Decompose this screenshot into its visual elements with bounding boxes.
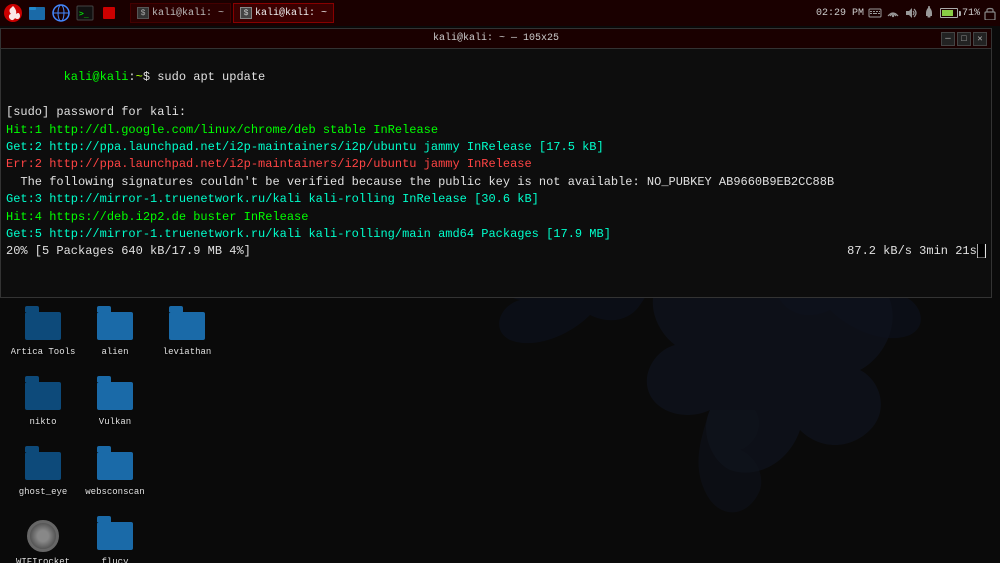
lock-icon (984, 6, 996, 20)
taskbar-terminal1-label: kali@kali: ~ (152, 8, 224, 19)
desktop-icon-flucy[interactable]: flucy (80, 510, 150, 563)
taskbar-terminal-window1[interactable]: $ kali@kali: ~ (130, 3, 231, 23)
terminal-line-2: [sudo] password for kali: (6, 104, 986, 121)
desktop-icon-alien-label: alien (101, 347, 128, 357)
battery-icon (940, 8, 958, 18)
svg-text:>_: >_ (79, 9, 89, 18)
terminal-close-button[interactable]: ✕ (973, 32, 987, 46)
terminal-line-5: Err:2 http://ppa.launchpad.net/i2p-maint… (6, 156, 986, 173)
taskbar-right: 02:29 PM (816, 6, 1000, 20)
desktop-icon-vulkan[interactable]: Vulkan (80, 370, 150, 435)
taskbar-time: 02:29 PM (816, 8, 864, 19)
terminal-line-4: Get:2 http://ppa.launchpad.net/i2p-maint… (6, 139, 986, 156)
terminal-line-9: Get:5 http://mirror-1.truenetwork.ru/kal… (6, 226, 986, 243)
terminal-line-3: Hit:1 http://dl.google.com/linux/chrome/… (6, 122, 986, 139)
desktop-icon-leviathan[interactable]: leviathan (152, 300, 222, 365)
desktop-icon-wifirocket-label: WIFIrocket (16, 557, 70, 563)
desktop-icon-flucy-label: flucy (101, 557, 128, 563)
desktop-icons-row2: nikto Vulkan (8, 370, 150, 435)
taskbar-terminal-icon[interactable]: >_ (74, 2, 96, 24)
volume-icon (904, 6, 918, 20)
terminal-line-10: 20% [5 Packages 640 kB/17.9 MB 4%] 87.2 … (6, 243, 986, 260)
desktop-icon-artica-tools-label: Artica Tools (11, 347, 76, 357)
terminal-prompt-user: kali@kali (64, 70, 129, 84)
desktop-icon-ghost-eye[interactable]: ghost_eye (8, 440, 78, 505)
terminal-line-6: The following signatures couldn't be ver… (6, 174, 986, 191)
desktop-icon-artica-tools[interactable]: Artica Tools (8, 300, 78, 365)
keyboard-icon (868, 6, 882, 20)
terminal-line-1: kali@kali:~$ sudo apt update (6, 52, 986, 104)
taskbar-files-icon[interactable] (26, 2, 48, 24)
desktop-icons-row4: WIFIrocket flucy (8, 510, 150, 563)
notification-icon (922, 6, 936, 20)
terminal-titlebar: kali@kali: ~ — 105x25 ─ □ ✕ (1, 29, 991, 49)
desktop-icons-row1: Artica Tools alien leviathan (8, 300, 222, 365)
taskbar-left: >_ $ kali@kali: ~ $ kali@kali: (0, 2, 334, 24)
taskbar: >_ $ kali@kali: ~ $ kali@kali: (0, 0, 1000, 26)
desktop-icons-row3: ghost_eye websconscan (8, 440, 150, 505)
desktop-icon-wifirocket[interactable]: WIFIrocket (8, 510, 78, 563)
desktop: >_ $ kali@kali: ~ $ kali@kali: (0, 0, 1000, 563)
terminal-line-8: Hit:4 https://deb.i2p2.de buster InRelea… (6, 209, 986, 226)
terminal-minimize-button[interactable]: ─ (941, 32, 955, 46)
desktop-icon-vulkan-label: Vulkan (99, 417, 131, 427)
desktop-icon-nikto[interactable]: nikto (8, 370, 78, 435)
terminal-window: kali@kali: ~ — 105x25 ─ □ ✕ kali@kali:~$… (0, 28, 992, 298)
terminal-line-7: Get:3 http://mirror-1.truenetwork.ru/kal… (6, 191, 986, 208)
desktop-icon-nikto-label: nikto (29, 417, 56, 427)
taskbar-terminal-window2[interactable]: $ kali@kali: ~ (233, 3, 334, 23)
terminal-body[interactable]: kali@kali:~$ sudo apt update [sudo] pass… (1, 49, 991, 297)
taskbar-record-icon[interactable] (98, 2, 120, 24)
desktop-icon-leviathan-label: leviathan (163, 347, 212, 357)
taskbar-browser-icon[interactable] (50, 2, 72, 24)
desktop-icon-ghost-eye-label: ghost_eye (19, 487, 68, 497)
terminal-maximize-button[interactable]: □ (957, 32, 971, 46)
terminal-controls: ─ □ ✕ (941, 32, 987, 46)
terminal-title: kali@kali: ~ — 105x25 (433, 33, 559, 44)
desktop-icon-websconscan-label: websconscan (85, 487, 144, 497)
kali-menu-icon[interactable] (2, 2, 24, 24)
desktop-icon-alien[interactable]: alien (80, 300, 150, 365)
desktop-icon-websconscan[interactable]: websconscan (80, 440, 150, 505)
battery-percent: 71% (962, 8, 980, 19)
network-icon (886, 6, 900, 20)
taskbar-terminal2-label: kali@kali: ~ (255, 8, 327, 19)
